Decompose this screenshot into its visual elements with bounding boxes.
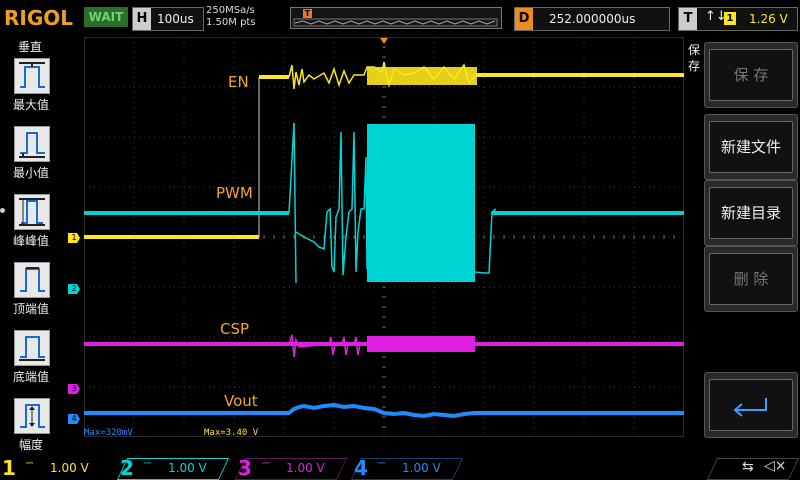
waveform-svg: EN PWM CSP Vout Max=320mV Max=3.40 V [83, 36, 685, 438]
horizontal-timebase[interactable]: H 100us [132, 7, 204, 31]
measure-peak-peak[interactable]: 峰峰值 [4, 194, 58, 256]
vertical-measure-panel: 垂直 最大值 最小值 峰峰值 顶端值 底端值 幅度 [0, 36, 60, 456]
new-file-label: 新建文件 [709, 121, 793, 173]
min-waveform-icon [14, 126, 50, 162]
ch1-status[interactable]: 1 ⎓ 1.00 V [0, 456, 110, 480]
base-waveform-icon [14, 330, 50, 366]
measure-label: 最大值 [12, 98, 49, 112]
trigger-label: T [679, 8, 697, 30]
dc-coupling-icon: ⎓ [26, 459, 34, 469]
memory-overview-bar[interactable]: T [290, 7, 502, 29]
horizontal-label: H [133, 8, 151, 30]
ch3-ground-marker[interactable]: 3 [68, 384, 80, 394]
memory-waveform-preview [293, 18, 498, 27]
timebase-value: 100us [157, 12, 194, 26]
measure-amplitude[interactable]: 幅度 [4, 398, 58, 460]
measure-label: 最小值 [12, 166, 49, 180]
ch4-max-readout: Max=320mV [84, 428, 133, 437]
dc-coupling-icon: ⎓ [144, 459, 152, 469]
measure-base[interactable]: 底端值 [4, 330, 58, 392]
measure-top[interactable]: 顶端值 [4, 262, 58, 324]
max-waveform-icon [14, 58, 50, 94]
channel-status-bar: 1 ⎓ 1.00 V 2 ⎓ 1.00 V 3 ⎓ 1.00 V 4 ⎓ 1.0… [0, 456, 800, 480]
measure-label: 峰峰值 [12, 234, 49, 248]
menu-title: 保存 [687, 43, 700, 73]
ch4-ground-marker[interactable]: 4 [68, 414, 80, 424]
signal-label-vout: Vout [224, 392, 258, 410]
sample-rate: 250MSa/s [206, 5, 255, 16]
new-folder-label: 新建目录 [709, 187, 793, 239]
return-button[interactable] [704, 372, 798, 438]
trigger-level: 1.26 V [749, 12, 788, 26]
delay-setting[interactable]: D 252.000000us [514, 7, 670, 31]
usb-icon: ⇆ [742, 459, 754, 475]
ch2-number: 2 [120, 456, 134, 480]
sample-info: 250MSa/s 1.50M pts [206, 5, 256, 29]
ch1-max-readout: Max=3.40 V [204, 428, 259, 437]
delay-value: 252.000000us [549, 12, 636, 26]
measure-label: 底端值 [12, 370, 49, 384]
ch2-scale: 1.00 V [168, 461, 207, 475]
trigger-setting[interactable]: T ↑↓ 1 1.26 V [678, 7, 798, 31]
dc-coupling-icon: ⎓ [378, 459, 386, 469]
return-arrow-icon [709, 379, 793, 431]
top-waveform-icon [14, 262, 50, 298]
ch4-number: 4 [354, 456, 368, 480]
run-status-badge[interactable]: WAIT [84, 7, 128, 27]
save-button-label: 保 存 [709, 49, 793, 101]
ch1-ground-marker[interactable]: 1 [68, 233, 80, 243]
speaker-muted-icon[interactable]: ◁× [764, 458, 787, 474]
panel-title: 垂直 [17, 40, 42, 54]
save-menu-panel: 保存 保 存 新建文件 新建目录 删 除 [686, 36, 800, 456]
waveform-display[interactable]: EN PWM CSP Vout Max=320mV Max=3.40 V [83, 36, 685, 438]
memory-depth: 1.50M pts [206, 17, 256, 28]
delete-button[interactable]: 删 除 [704, 246, 798, 312]
delete-label: 删 除 [709, 253, 793, 305]
delay-label: D [515, 8, 533, 30]
new-file-button[interactable]: 新建文件 [704, 114, 798, 180]
new-folder-button[interactable]: 新建目录 [704, 180, 798, 246]
measure-max[interactable]: 最大值 [4, 58, 58, 120]
measure-label: 顶端值 [12, 302, 49, 316]
amplitude-waveform-icon [14, 398, 50, 434]
rigol-logo: RIGOL [4, 6, 74, 30]
ch1-number: 1 [2, 456, 16, 480]
top-status-bar: RIGOL WAIT H 100us 250MSa/s 1.50M pts T … [0, 0, 800, 36]
ch1-scale: 1.00 V [50, 461, 89, 475]
peak-peak-waveform-icon [14, 194, 50, 230]
ch3-number: 3 [238, 456, 252, 480]
signal-label-pwm: PWM [216, 184, 253, 202]
ch3-scale: 1.00 V [286, 461, 325, 475]
ch3-status[interactable]: 3 ⎓ 1.00 V [236, 456, 346, 480]
dc-coupling-icon: ⎓ [262, 459, 270, 469]
save-button[interactable]: 保 存 [704, 42, 798, 108]
signal-label-en: EN [228, 73, 249, 91]
ch2-ground-marker[interactable]: 2 [68, 284, 80, 294]
ch2-status[interactable]: 2 ⎓ 1.00 V [118, 456, 228, 480]
measure-label: 幅度 [18, 438, 43, 452]
trigger-source: 1 [724, 12, 736, 25]
ch4-scale: 1.00 V [402, 461, 441, 475]
signal-label-csp: CSP [220, 320, 249, 338]
measure-min[interactable]: 最小值 [4, 126, 58, 188]
ch4-status[interactable]: 4 ⎓ 1.00 V [352, 456, 462, 480]
